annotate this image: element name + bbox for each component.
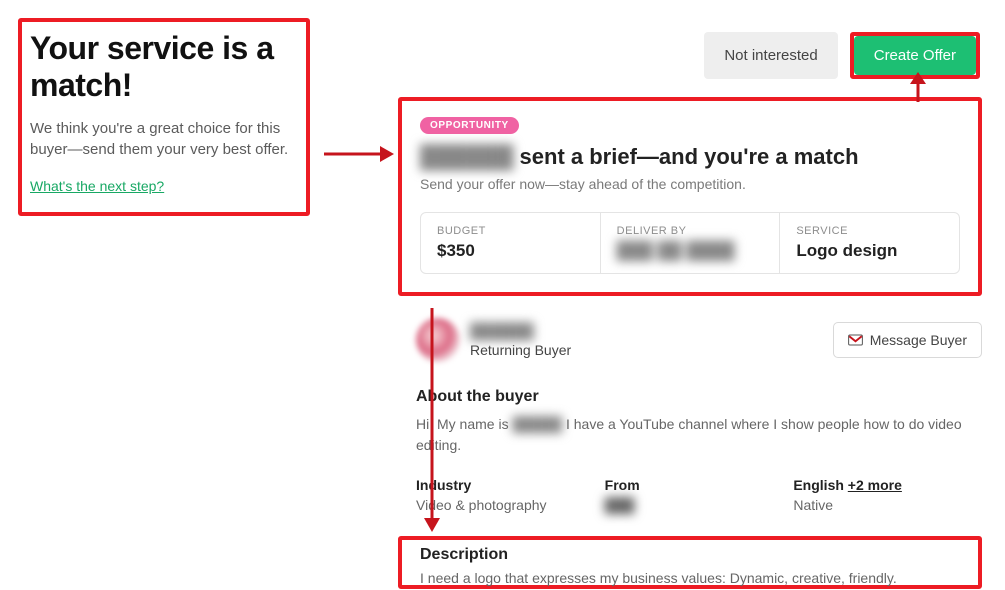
create-offer-button[interactable]: Create Offer (854, 36, 976, 75)
language-label: English +2 more (793, 477, 982, 493)
envelope-icon (848, 334, 863, 346)
message-buyer-label: Message Buyer (870, 332, 967, 348)
about-buyer-section: About the buyer Hi, My name is █████ I h… (416, 388, 982, 456)
deliver-cell: DELIVER BY ███ ██ ████ (601, 213, 781, 273)
match-summary-panel: Your service is a match! We think you're… (18, 18, 310, 216)
from-label: From (605, 477, 794, 493)
about-buyer-text: Hi, My name is █████ I have a YouTube ch… (416, 414, 982, 456)
brief-title-text: sent a brief—and you're a match (520, 144, 859, 170)
industry-value: Video & photography (416, 497, 605, 513)
about-name-redacted: █████ (512, 416, 562, 432)
from-value-redacted: ███ (605, 497, 794, 513)
brief-subtitle: Send your offer now—stay ahead of the co… (420, 176, 960, 192)
budget-value: $350 (437, 241, 584, 261)
from-col: From ███ (605, 477, 794, 513)
description-title: Description (420, 546, 960, 564)
page-title: Your service is a match! (30, 30, 298, 104)
brief-info-row: BUDGET $350 DELIVER BY ███ ██ ████ SERVI… (420, 212, 960, 274)
buyer-strip: ██████ Returning Buyer Message Buyer (416, 318, 982, 362)
brief-title: ██████ sent a brief—and you're a match (420, 144, 960, 170)
language-col: English +2 more Native (793, 477, 982, 513)
opportunity-badge: OPPORTUNITY (420, 117, 519, 134)
next-step-link[interactable]: What's the next step? (30, 178, 164, 194)
language-more-link[interactable]: +2 more (848, 477, 902, 493)
service-label: SERVICE (796, 225, 943, 237)
action-bar: Not interested Create Offer (704, 32, 980, 79)
industry-label: Industry (416, 477, 605, 493)
deliver-label: DELIVER BY (617, 225, 764, 237)
industry-col: Industry Video & photography (416, 477, 605, 513)
language-value: Native (793, 497, 982, 513)
description-section: Description I need a logo that expresses… (398, 536, 982, 589)
message-buyer-button[interactable]: Message Buyer (833, 322, 982, 358)
buyer-username-redacted: ██████ (470, 323, 571, 340)
budget-label: BUDGET (437, 225, 584, 237)
page-subtitle: We think you're a great choice for this … (30, 118, 298, 160)
returning-buyer-label: Returning Buyer (470, 342, 571, 358)
service-cell: SERVICE Logo design (780, 213, 959, 273)
buyer-name-redacted: ██████ (420, 144, 514, 170)
about-buyer-title: About the buyer (416, 388, 982, 406)
service-value: Logo design (796, 241, 943, 261)
budget-cell: BUDGET $350 (421, 213, 601, 273)
buyer-meta-row: Industry Video & photography From ███ En… (416, 477, 982, 513)
annotation-arrow-right-icon (322, 140, 396, 168)
description-text: I need a logo that expresses my business… (420, 570, 960, 586)
not-interested-button[interactable]: Not interested (704, 32, 837, 79)
deliver-value-redacted: ███ ██ ████ (617, 241, 764, 261)
buyer-avatar (416, 318, 460, 362)
opportunity-card: OPPORTUNITY ██████ sent a brief—and you'… (398, 97, 982, 296)
